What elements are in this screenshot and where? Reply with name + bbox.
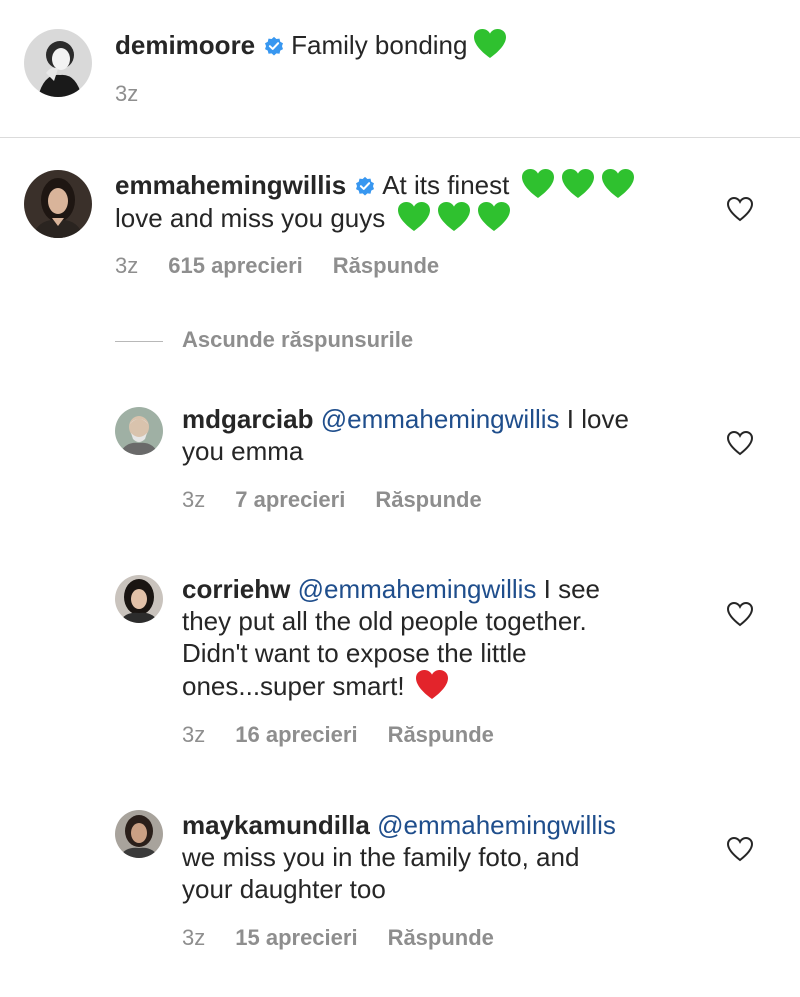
post-caption-text: Family bonding	[291, 30, 468, 60]
reply-time: 3z	[182, 487, 206, 512]
green-heart-emoji	[397, 201, 431, 232]
reply-text: I see	[543, 574, 601, 604]
reply-corriehw: corriehw @emmahemingwillis I see they pu…	[182, 573, 600, 702]
reply-line-2: they put all the old people together.	[182, 606, 587, 636]
mention-link[interactable]: @emmahemingwillis	[321, 404, 560, 434]
reply-username[interactable]: mdgarciab	[182, 404, 314, 434]
green-heart-emoji	[437, 201, 471, 232]
heart-outline-icon[interactable]	[726, 430, 754, 456]
reply-likes[interactable]: 15 aprecieri	[235, 925, 357, 950]
reply-likes[interactable]: 7 aprecieri	[235, 487, 345, 512]
mention-link[interactable]: @emmahemingwillis	[377, 810, 616, 840]
reply-text: ones...super smart!	[182, 671, 405, 701]
avatar-corriehw[interactable]	[115, 575, 163, 623]
heart-outline-icon[interactable]	[726, 196, 754, 222]
reply-line-1: mdgarciab @emmahemingwillis I love	[182, 403, 629, 435]
reply-meta: 3z 7 aprecieri Răspunde	[182, 486, 482, 514]
green-heart-emoji	[477, 201, 511, 232]
reply-line-2: you emma	[182, 436, 304, 466]
reply-line-3: Didn't want to expose the little	[182, 638, 527, 668]
reply-username[interactable]: maykamundilla	[182, 810, 370, 840]
reply-likes[interactable]: 16 aprecieri	[235, 722, 357, 747]
reply-line-2: we miss you in the family foto, and	[182, 842, 580, 872]
green-heart-emoji	[561, 168, 595, 199]
comment-text: At its finest	[382, 170, 510, 200]
reply-button[interactable]: Răspunde	[388, 722, 494, 747]
avatar-demimoore[interactable]	[24, 29, 92, 97]
comment-text: love and miss you guys	[115, 203, 386, 233]
comment-line-2: love and miss you guys	[115, 201, 635, 234]
comment-time: 3z	[115, 253, 139, 278]
post-caption: demimoore Family bonding	[115, 28, 507, 61]
hide-replies-divider	[115, 341, 163, 342]
divider	[0, 137, 800, 138]
green-heart-emoji	[601, 168, 635, 199]
verified-badge-icon	[263, 35, 285, 57]
reply-button[interactable]: Răspunde	[375, 487, 481, 512]
comment-line-1: emmahemingwillis At its finest	[115, 168, 635, 201]
avatar-emmahemingwillis[interactable]	[24, 170, 92, 238]
reply-username[interactable]: corriehw	[182, 574, 290, 604]
verified-badge-icon	[354, 175, 376, 197]
reply-meta: 3z 15 aprecieri Răspunde	[182, 924, 494, 952]
comment-meta: 3z 615 aprecieri Răspunde	[115, 252, 439, 280]
reply-text: I love	[566, 404, 629, 434]
comment-likes[interactable]: 615 aprecieri	[168, 253, 303, 278]
hide-replies-button[interactable]: Ascunde răspunsurile	[182, 327, 413, 353]
heart-outline-icon[interactable]	[726, 836, 754, 862]
reply-maykamundilla: maykamundilla @emmahemingwillis we miss …	[182, 809, 616, 905]
reply-button[interactable]: Răspunde	[333, 253, 439, 278]
reply-line-3: your daughter too	[182, 874, 386, 904]
green-heart-emoji	[521, 168, 555, 199]
comment-emmahemingwillis: emmahemingwillis At its finest love and m…	[115, 168, 635, 234]
avatar-mdgarciab[interactable]	[115, 407, 163, 455]
avatar-maykamundilla[interactable]	[115, 810, 163, 858]
reply-line-1: maykamundilla @emmahemingwillis	[182, 809, 616, 841]
green-heart-emoji	[473, 28, 507, 59]
heart-outline-icon[interactable]	[726, 601, 754, 627]
reply-time: 3z	[182, 925, 206, 950]
reply-time: 3z	[182, 722, 206, 747]
reply-line-1: corriehw @emmahemingwillis I see	[182, 573, 600, 605]
mention-link[interactable]: @emmahemingwillis	[298, 574, 537, 604]
reply-mdgarciab: mdgarciab @emmahemingwillis I love you e…	[182, 403, 629, 467]
reply-button[interactable]: Răspunde	[388, 925, 494, 950]
comment-username[interactable]: emmahemingwillis	[115, 170, 346, 200]
red-heart-emoji	[415, 669, 449, 700]
reply-meta: 3z 16 aprecieri Răspunde	[182, 721, 494, 749]
post-username[interactable]: demimoore	[115, 30, 255, 60]
reply-line-4: ones...super smart!	[182, 669, 600, 702]
post-time: 3z	[115, 81, 139, 106]
